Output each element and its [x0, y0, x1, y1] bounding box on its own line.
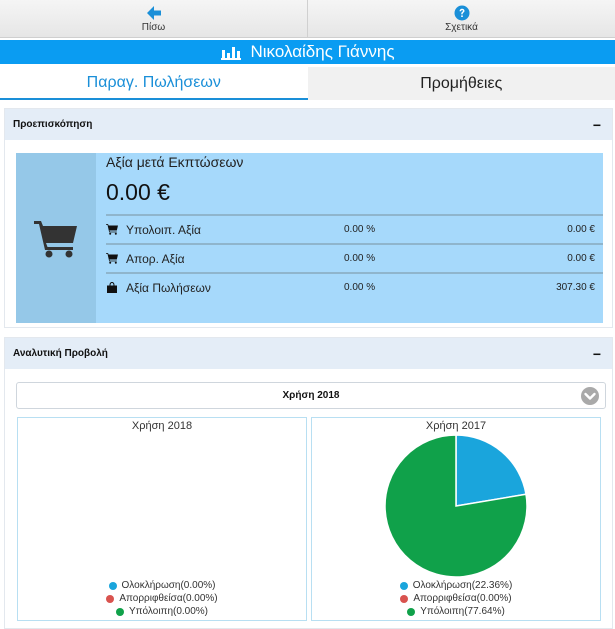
bag-icon: [107, 282, 117, 293]
legend-item-remaining: Υπόλοιπη(0.00%): [115, 605, 209, 618]
legend-label: Απορριφθείσα(0.00%): [119, 593, 218, 604]
legend-label: Ολοκλήρωση(0.00%): [121, 580, 216, 591]
back-button[interactable]: Πίσω: [0, 0, 307, 37]
chart-legend: Ολοκλήρωση(0.00%) Απορριφθείσα(0.00%) Υπ…: [18, 579, 306, 618]
row-label: Απορ. Αξία: [126, 251, 185, 266]
chart-card-2018: Χρήση 2018 Ολοκλήρωση(0.00%) Απορριφθείσ…: [17, 417, 307, 621]
header-bar: Νικολαίδης Γιάννης: [0, 40, 615, 64]
cart-icon: [106, 253, 118, 264]
cart-icon: [106, 224, 118, 235]
legend-dot: [108, 581, 117, 590]
analysis-panel-header[interactable]: Αναλυτική Προβολή −: [5, 338, 612, 369]
legend-item-completed: Ολοκλήρωση(0.00%): [108, 579, 216, 592]
pie-chart-2017: [384, 434, 528, 578]
top-toolbar: Πίσω Σχετικά: [0, 0, 615, 38]
year-select[interactable]: Χρήση 2018: [16, 382, 606, 409]
legend-label: Απορριφθείσα(0.00%): [413, 593, 512, 604]
overview-body: Αξία μετά Εκπτώσεων 0.00 € Υπολοιπ. Αξία…: [96, 153, 603, 323]
overview-row-remaining: Υπολοιπ. Αξία 0.00 % 0.00 €: [106, 214, 603, 243]
legend-dot: [399, 581, 408, 590]
overview-panel: Προεπισκόπηση − Αξία μετά Εκπτώσεων 0.00…: [4, 108, 613, 328]
chart-card-2017: Χρήση 2017 Ολοκλήρωση(22.36%) Απορριφθεί…: [311, 417, 601, 621]
about-label: Σχετικά: [445, 21, 478, 33]
legend-dot: [400, 594, 409, 603]
about-button[interactable]: Σχετικά: [307, 0, 615, 37]
tab-sales-production[interactable]: Παραγ. Πωλήσεων: [0, 67, 308, 100]
overview-box: Αξία μετά Εκπτώσεων 0.00 € Υπολοιπ. Αξία…: [16, 153, 603, 323]
overview-icon-column: [16, 153, 96, 323]
analysis-panel-title: Αναλυτική Προβολή: [13, 348, 108, 359]
legend-dot: [106, 594, 115, 603]
legend-item-rejected: Απορριφθείσα(0.00%): [106, 592, 218, 605]
net-value: 0.00 €: [106, 179, 170, 205]
legend-item-remaining: Υπόλοιπη(77.64%): [407, 605, 505, 618]
analysis-panel: Αναλυτική Προβολή − Χρήση 2018 Χρήση 201…: [4, 337, 613, 629]
question-icon: [454, 5, 469, 20]
legend-item-completed: Ολοκλήρωση(22.36%): [399, 579, 513, 592]
legend-label: Ολοκλήρωση(22.36%): [412, 580, 513, 591]
chart-legend: Ολοκλήρωση(22.36%) Απορριφθείσα(0.00%) Υ…: [312, 579, 600, 618]
cart-icon: [34, 221, 77, 258]
legend-label: Υπόλοιπη(0.00%): [128, 606, 209, 617]
row-percent: 0.00 %: [344, 282, 376, 293]
bar-chart-icon: [221, 47, 242, 60]
arrow-left-icon: [146, 5, 161, 20]
pie-chart-2018: [18, 434, 306, 584]
chevron-down-icon[interactable]: [581, 387, 599, 405]
back-label: Πίσω: [141, 21, 166, 33]
row-label: Υπολοιπ. Αξία: [126, 222, 201, 237]
tab-bar: Παραγ. Πωλήσεων Προμήθειες: [0, 67, 615, 100]
collapse-icon[interactable]: −: [590, 346, 604, 362]
row-percent: 0.00 %: [344, 224, 376, 235]
legend-dot: [407, 607, 416, 616]
year-select-value: Χρήση 2018: [282, 390, 340, 401]
net-value-label: Αξία μετά Εκπτώσεων: [106, 154, 244, 170]
row-label: Αξία Πωλήσεων: [126, 280, 211, 295]
legend-item-rejected: Απορριφθείσα(0.00%): [400, 592, 512, 605]
overview-panel-title: Προεπισκόπηση: [13, 119, 93, 130]
row-amount: 0.00 €: [567, 224, 595, 235]
page-title: Νικολαίδης Γιάννης: [250, 42, 395, 61]
collapse-icon[interactable]: −: [590, 117, 604, 133]
overview-panel-header[interactable]: Προεπισκόπηση −: [5, 109, 612, 140]
legend-dot: [115, 607, 124, 616]
tab-commissions[interactable]: Προμήθειες: [307, 67, 615, 100]
overview-row-sales: Αξία Πωλήσεων 0.00 % 307.30 €: [106, 272, 603, 301]
chart-title: Χρήση 2018: [131, 420, 193, 432]
overview-row-rejected: Απορ. Αξία 0.00 % 0.00 €: [106, 243, 603, 272]
row-percent: 0.00 %: [344, 253, 376, 264]
row-amount: 0.00 €: [567, 253, 595, 264]
row-amount: 307.30 €: [556, 282, 595, 293]
legend-label: Υπόλοιπη(77.64%): [420, 606, 505, 617]
